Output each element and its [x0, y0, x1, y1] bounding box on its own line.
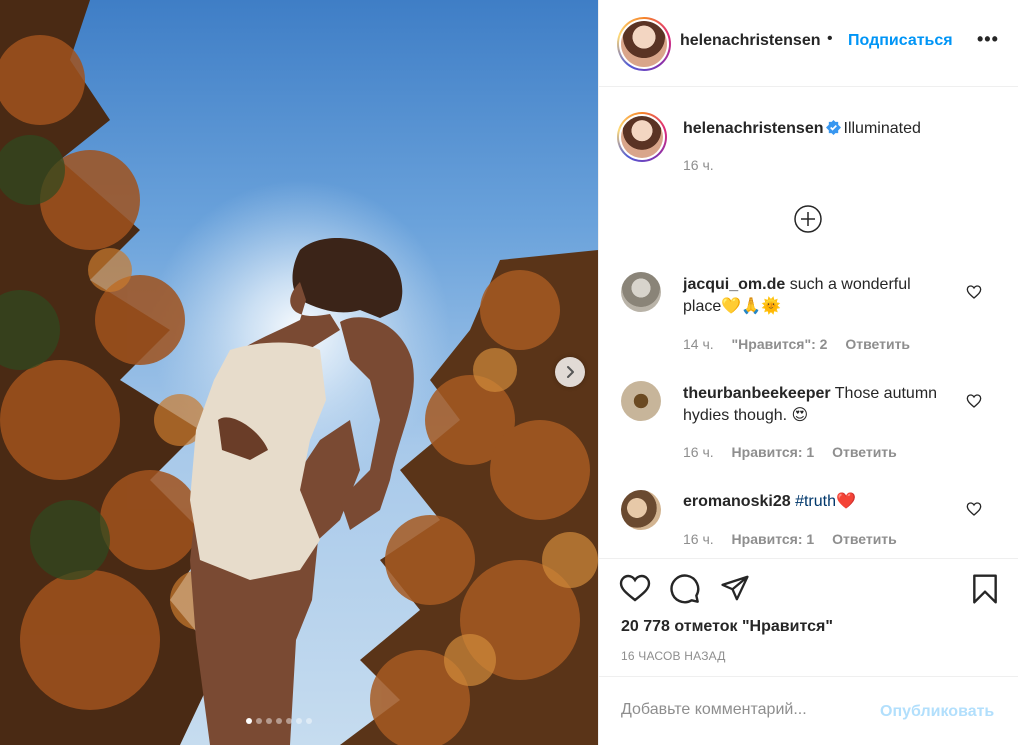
reply-button[interactable]: Ответить [845, 336, 910, 352]
author-username[interactable]: helenachristensen [680, 32, 821, 50]
carousel-dot [306, 718, 312, 724]
carousel-dot [266, 718, 272, 724]
commenter-avatar[interactable] [621, 381, 661, 421]
carousel-dot [286, 718, 292, 724]
likes-count[interactable]: 20 778 отметок "Нравится" [621, 618, 833, 636]
post-details-panel: helenachristensen • Подписаться ••• hele… [598, 0, 1018, 745]
caption-line: helenachristensen Illuminated [683, 120, 921, 138]
reply-button[interactable]: Ответить [832, 531, 897, 547]
comment-time[interactable]: 16 ч. [683, 531, 714, 547]
caption-text: Illuminated [843, 120, 921, 137]
photo-scene [0, 0, 598, 745]
carousel-dot [276, 718, 282, 724]
comment-icon[interactable] [669, 573, 701, 605]
caption-time[interactable]: 16 ч. [683, 157, 714, 173]
comment-meta: 16 ч. Нравится: 1 Ответить [683, 444, 911, 460]
commenter-avatar[interactable] [621, 490, 661, 530]
verified-badge-icon [825, 120, 841, 135]
follow-separator: • [827, 30, 833, 47]
post-header: helenachristensen • Подписаться ••• [599, 0, 1018, 87]
more-options-button[interactable]: ••• [977, 30, 999, 48]
post-actions: 20 778 отметок "Нравится" 16 ЧАСОВ НАЗАД [599, 558, 1018, 676]
carousel-dot [296, 718, 302, 724]
caption-avatar-ring[interactable] [617, 112, 667, 162]
post-date[interactable]: 16 ЧАСОВ НАЗАД [621, 649, 726, 663]
caption-avatar[interactable] [621, 116, 663, 158]
commenter-username[interactable]: theurbanbeekeeper [683, 385, 831, 402]
heart-icon[interactable] [966, 284, 982, 300]
caption-username[interactable]: helenachristensen [683, 120, 824, 137]
comment-meta: 16 ч. Нравится: 1 Ответить [683, 531, 911, 547]
comment-time[interactable]: 14 ч. [683, 336, 714, 352]
commenter-avatar[interactable] [621, 272, 661, 312]
comment-body: theurbanbeekeeper Those autumn hydies th… [683, 383, 953, 427]
carousel-dot [246, 718, 252, 724]
plus-circle-icon[interactable] [793, 204, 823, 234]
share-icon[interactable] [719, 573, 751, 603]
author-avatar-ring[interactable] [617, 17, 671, 71]
bookmark-icon[interactable] [971, 573, 999, 605]
reply-button[interactable]: Ответить [832, 444, 897, 460]
author-avatar[interactable] [621, 21, 667, 67]
next-photo-button[interactable] [555, 357, 585, 387]
carousel-indicator [246, 718, 312, 724]
commenter-username[interactable]: jacqui_om.de [683, 276, 785, 293]
comment-likes[interactable]: Нравится: 1 [732, 444, 815, 460]
comment-input[interactable] [621, 701, 871, 719]
commenter-username[interactable]: eromanoski28 [683, 493, 791, 510]
follow-button[interactable]: Подписаться [848, 32, 953, 50]
heart-icon[interactable] [966, 501, 982, 517]
comment-time[interactable]: 16 ч. [683, 444, 714, 460]
add-comment-bar: Опубликовать [599, 676, 1018, 745]
comment-meta: 14 ч. "Нравится": 2 Ответить [683, 336, 924, 352]
like-heart-icon[interactable] [619, 573, 651, 603]
comment-body: eromanoski28 #truth❤️ [683, 491, 953, 513]
comment-text[interactable]: #truth❤️ [795, 493, 856, 510]
post-photo[interactable] [0, 0, 598, 745]
comment-body: jacqui_om.de such a wonderful place💛🙏🌞 [683, 274, 953, 318]
carousel-dot [256, 718, 262, 724]
chevron-right-icon [567, 366, 574, 378]
comment-likes[interactable]: "Нравится": 2 [732, 336, 828, 352]
heart-icon[interactable] [966, 393, 982, 409]
post-comment-button[interactable]: Опубликовать [880, 703, 994, 721]
comment-likes[interactable]: Нравится: 1 [732, 531, 815, 547]
